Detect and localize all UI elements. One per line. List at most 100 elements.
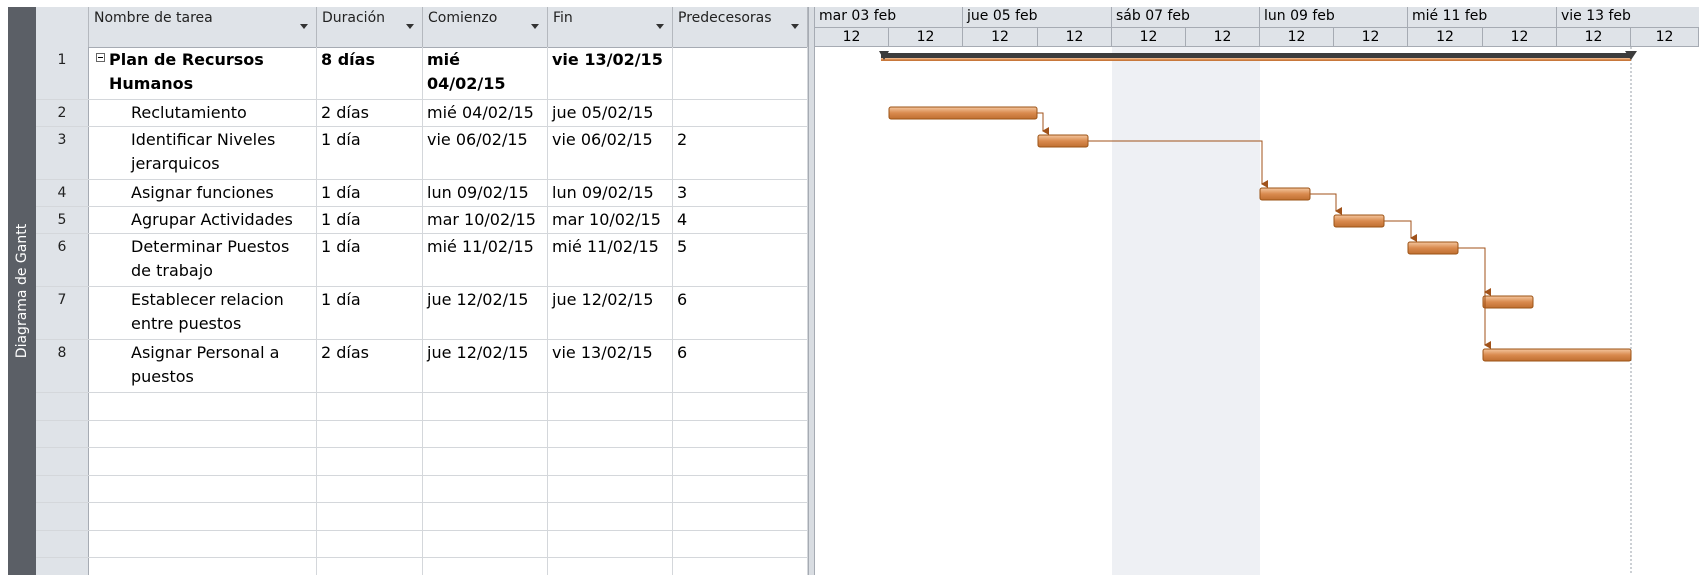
row-id[interactable]: 8 [36, 340, 89, 392]
empty-row[interactable] [36, 558, 808, 575]
row-id[interactable] [36, 503, 89, 530]
empty-cell[interactable] [423, 393, 548, 420]
start-cell[interactable]: lun 09/02/15 [423, 180, 548, 206]
duration-cell[interactable]: 2 días [317, 100, 423, 126]
empty-cell[interactable] [317, 448, 423, 475]
row-id[interactable]: 5 [36, 207, 89, 233]
empty-cell[interactable] [317, 531, 423, 557]
empty-cell[interactable] [423, 531, 548, 557]
table-row[interactable]: 8 Asignar Personal a puestos 2 días jue … [36, 340, 808, 393]
duration-cell[interactable]: 2 días [317, 340, 423, 392]
start-cell[interactable]: jue 12/02/15 [423, 287, 548, 339]
table-row[interactable]: 7 Establecer relacion entre puestos 1 dí… [36, 287, 808, 340]
row-id[interactable]: 1 [36, 47, 89, 99]
duration-cell[interactable]: 1 día [317, 127, 423, 179]
empty-cell[interactable] [673, 558, 808, 575]
start-cell[interactable]: mié 04/02/15 [423, 47, 548, 99]
dropdown-arrow-icon[interactable] [406, 24, 414, 29]
column-header-start[interactable]: Comienzo [423, 7, 548, 47]
row-id[interactable]: 7 [36, 287, 89, 339]
task-name-cell[interactable]: Reclutamiento [89, 100, 317, 126]
timescale[interactable]: mar 03 feb jue 05 feb sáb 07 feb lun 09 … [815, 7, 1699, 47]
row-id[interactable] [36, 558, 89, 575]
empty-cell[interactable] [89, 503, 317, 530]
start-cell[interactable]: mié 04/02/15 [423, 100, 548, 126]
predecessors-cell[interactable]: 4 [673, 207, 808, 233]
task-bar-agrupar-actividades[interactable] [1333, 214, 1385, 228]
row-id[interactable] [36, 476, 89, 502]
empty-cell[interactable] [673, 421, 808, 447]
predecessors-cell[interactable]: 6 [673, 287, 808, 339]
column-header-predecessors[interactable]: Predecesoras [673, 7, 808, 47]
finish-cell[interactable]: jue 05/02/15 [548, 100, 673, 126]
dependency-link[interactable] [1310, 193, 1342, 215]
empty-cell[interactable] [548, 531, 673, 557]
table-row[interactable]: 1 Plan de Recursos Humanos 8 días mié 04… [36, 47, 808, 100]
empty-cell[interactable] [89, 421, 317, 447]
empty-cell[interactable] [317, 393, 423, 420]
column-header-name[interactable]: Nombre de tarea [89, 7, 317, 47]
finish-cell[interactable]: lun 09/02/15 [548, 180, 673, 206]
predecessors-cell[interactable]: 6 [673, 340, 808, 392]
table-row[interactable]: 6 Determinar Puestos de trabajo 1 día mi… [36, 234, 808, 287]
collapse-icon[interactable] [96, 53, 105, 62]
empty-cell[interactable] [673, 531, 808, 557]
table-row[interactable]: 2 Reclutamiento 2 días mié 04/02/15 jue … [36, 100, 808, 127]
table-row[interactable]: 4 Asignar funciones 1 día lun 09/02/15 l… [36, 180, 808, 207]
empty-cell[interactable] [673, 448, 808, 475]
task-bar-reclutamiento[interactable] [888, 106, 1038, 120]
task-bar-asignar-funciones[interactable] [1259, 187, 1311, 201]
finish-cell[interactable]: vie 13/02/15 [548, 340, 673, 392]
duration-cell[interactable]: 1 día [317, 180, 423, 206]
dropdown-arrow-icon[interactable] [300, 24, 308, 29]
empty-cell[interactable] [317, 476, 423, 502]
row-id[interactable] [36, 421, 89, 447]
finish-cell[interactable]: mié 11/02/15 [548, 234, 673, 286]
task-name-cell[interactable]: Asignar funciones [89, 180, 317, 206]
empty-cell[interactable] [548, 393, 673, 420]
empty-row[interactable] [36, 393, 808, 421]
duration-cell[interactable]: 1 día [317, 234, 423, 286]
dependency-link[interactable] [1384, 220, 1417, 242]
row-id[interactable]: 3 [36, 127, 89, 179]
empty-row[interactable] [36, 421, 808, 448]
task-name-cell[interactable]: Agrupar Actividades [89, 207, 317, 233]
duration-cell[interactable]: 1 día [317, 287, 423, 339]
empty-cell[interactable] [548, 503, 673, 530]
row-id[interactable]: 4 [36, 180, 89, 206]
empty-row[interactable] [36, 476, 808, 503]
view-bar[interactable]: Diagrama de Gantt [8, 7, 36, 575]
dropdown-arrow-icon[interactable] [791, 24, 799, 29]
empty-cell[interactable] [89, 476, 317, 502]
start-cell[interactable]: jue 12/02/15 [423, 340, 548, 392]
empty-cell[interactable] [548, 421, 673, 447]
task-name-cell[interactable]: Identificar Niveles jerarquicos [89, 127, 317, 179]
duration-cell[interactable]: 8 días [317, 47, 423, 99]
empty-cell[interactable] [89, 558, 317, 575]
empty-cell[interactable] [89, 393, 317, 420]
empty-cell[interactable] [423, 558, 548, 575]
row-id[interactable] [36, 393, 89, 420]
row-id[interactable]: 6 [36, 234, 89, 286]
table-row[interactable]: 5 Agrupar Actividades 1 día mar 10/02/15… [36, 207, 808, 234]
finish-cell[interactable]: vie 13/02/15 [548, 47, 673, 99]
empty-row[interactable] [36, 503, 808, 531]
pane-splitter[interactable] [808, 7, 815, 575]
select-all-corner[interactable] [36, 7, 89, 47]
task-bar-asignar-personal[interactable] [1482, 348, 1632, 362]
task-name-cell[interactable]: Plan de Recursos Humanos [89, 47, 317, 99]
empty-cell[interactable] [673, 476, 808, 502]
empty-cell[interactable] [89, 531, 317, 557]
start-cell[interactable]: mar 10/02/15 [423, 207, 548, 233]
finish-cell[interactable]: jue 12/02/15 [548, 287, 673, 339]
empty-cell[interactable] [423, 503, 548, 530]
task-name-cell[interactable]: Asignar Personal a puestos [89, 340, 317, 392]
empty-row[interactable] [36, 448, 808, 476]
empty-row[interactable] [36, 531, 808, 558]
column-header-duration[interactable]: Duración [317, 7, 423, 47]
empty-cell[interactable] [548, 476, 673, 502]
finish-cell[interactable]: mar 10/02/15 [548, 207, 673, 233]
task-bar-establecer-relacion[interactable] [1482, 295, 1534, 309]
task-bar-identificar-niveles[interactable] [1037, 134, 1089, 148]
duration-cell[interactable]: 1 día [317, 207, 423, 233]
